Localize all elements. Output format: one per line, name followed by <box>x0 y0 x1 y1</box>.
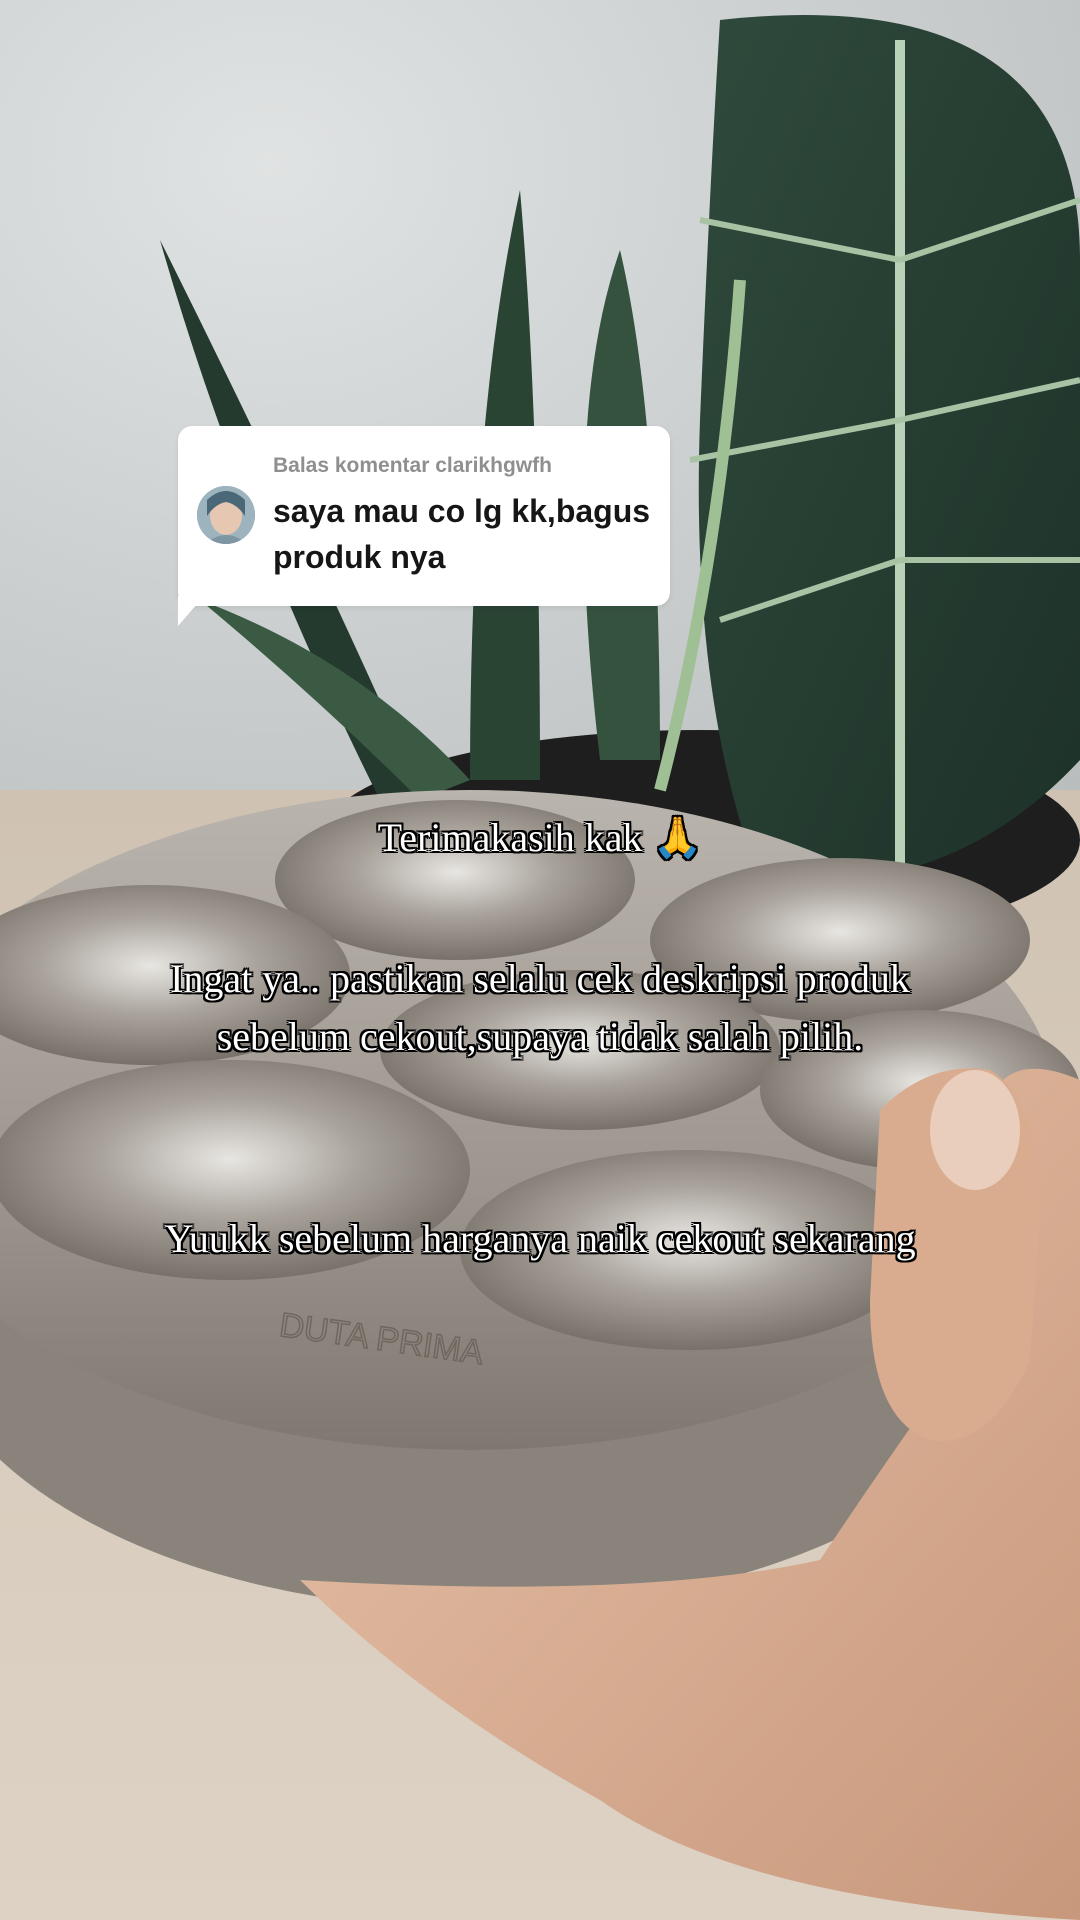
comment-text: saya mau co lg kk,bagus produk nya <box>273 493 651 575</box>
comment-bubble-tail <box>178 596 204 626</box>
comment-reply-header: Balas komentar clarikhgwfh <box>273 454 552 477</box>
caption-line-thanks: Terimakasih kak 🙏 <box>377 815 703 860</box>
thumbnail <box>930 1070 1020 1190</box>
comment-reply-bubble[interactable]: Balas komentar clarikhgwfh saya mau co l… <box>178 426 670 606</box>
caption-line-cta: Yuukk sebelum harganya naik cekout sekar… <box>164 1216 916 1261</box>
caption-line-reminder: Ingat ya.. pastikan selalu cek deskripsi… <box>170 956 910 1059</box>
user-avatar-icon[interactable] <box>197 486 255 544</box>
